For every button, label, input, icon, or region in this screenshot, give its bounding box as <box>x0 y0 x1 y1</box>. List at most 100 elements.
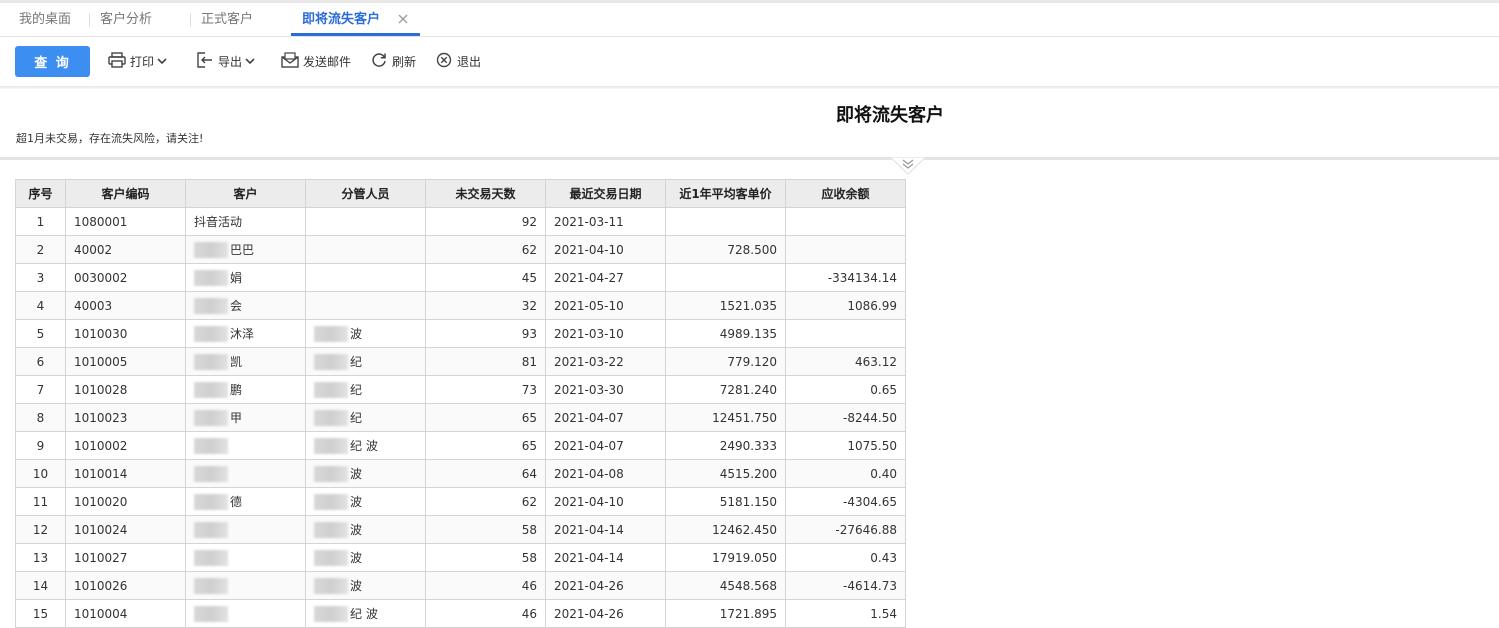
table-row[interactable]: 7 1010028 鹏 纪 73 2021-03-30 7281.240 0.65 <box>15 375 906 404</box>
cell-code: 1010023 <box>65 403 186 432</box>
cell-code: 40002 <box>65 235 186 264</box>
cell-no: 7 <box>15 375 66 404</box>
cell-customer: 凯 <box>185 347 306 376</box>
cell-code: 1010024 <box>65 515 186 544</box>
cell-days: 65 <box>425 403 546 432</box>
cell-last-date: 2021-04-10 <box>545 235 666 264</box>
cell-last-date: 2021-04-07 <box>545 403 666 432</box>
privacy-mask <box>194 410 228 427</box>
cell-last-date: 2021-03-11 <box>545 207 666 236</box>
cell-avg-price: 1721.895 <box>665 599 786 628</box>
cell-code: 1010027 <box>65 543 186 572</box>
cell-no: 3 <box>15 263 66 292</box>
cell-no: 15 <box>15 599 66 628</box>
cell-days: 32 <box>425 291 546 320</box>
cell-balance <box>785 207 906 236</box>
tab-formal-customers[interactable]: 正式客户 <box>201 3 253 36</box>
cell-balance: -334134.14 <box>785 263 906 292</box>
cell-staff: 纪 波 <box>305 431 426 460</box>
cell-staff: 波 <box>305 487 426 516</box>
table-row[interactable]: 5 1010030 沐泽 波 93 2021-03-10 4989.135 <box>15 319 906 348</box>
col-header-balance[interactable]: 应收余额 <box>785 179 906 208</box>
exit-button[interactable]: 退出 <box>435 51 481 71</box>
tab-customer-analysis[interactable]: 客户分析 <box>100 3 152 36</box>
table-row[interactable]: 13 1010027 波 58 2021-04-14 17919.050 0.43 <box>15 543 906 572</box>
privacy-mask <box>314 410 348 427</box>
table-row[interactable]: 15 1010004 纪 波 46 2021-04-26 1721.895 1.54 <box>15 599 906 628</box>
cell-last-date: 2021-04-14 <box>545 543 666 572</box>
col-header-last-date[interactable]: 最近交易日期 <box>545 179 666 208</box>
privacy-mask <box>194 242 228 259</box>
privacy-mask <box>194 494 228 511</box>
col-header-customer[interactable]: 客户 <box>185 179 306 208</box>
cell-code: 1080001 <box>65 207 186 236</box>
cell-code: 1010004 <box>65 599 186 628</box>
cell-balance: 1.54 <box>785 599 906 628</box>
tab-churn-customers[interactable]: 即将流失客户 <box>302 3 380 36</box>
col-header-staff[interactable]: 分管人员 <box>305 179 426 208</box>
privacy-mask <box>194 437 228 454</box>
table-row[interactable]: 1 1080001 抖音活动 92 2021-03-11 <box>15 207 906 236</box>
report-title: 即将流失客户 <box>836 105 944 126</box>
cell-no: 5 <box>15 319 66 348</box>
col-header-no[interactable]: 序号 <box>15 179 66 208</box>
print-label: 打印 <box>130 54 155 69</box>
table-row[interactable]: 3 0030002 娟 45 2021-04-27 -334134.14 <box>15 263 906 292</box>
col-header-code[interactable]: 客户编码 <box>65 179 186 208</box>
col-header-days[interactable]: 未交易天数 <box>425 179 546 208</box>
export-button[interactable]: 导出 <box>196 51 259 71</box>
cell-code: 1010030 <box>65 319 186 348</box>
cell-avg-price: 4548.568 <box>665 571 786 600</box>
cell-staff-text: 波 <box>350 522 363 537</box>
col-header-avg-price[interactable]: 近1年平均客单价 <box>665 179 786 208</box>
cell-customer <box>185 571 306 600</box>
cell-no: 6 <box>15 347 66 376</box>
cell-no: 13 <box>15 543 66 572</box>
cell-customer: 甲 <box>185 403 306 432</box>
cell-last-date: 2021-04-26 <box>545 571 666 600</box>
cell-code: 1010005 <box>65 347 186 376</box>
cell-balance: 1086.99 <box>785 291 906 320</box>
chevron-down-icon <box>157 54 171 68</box>
send-email-button[interactable]: 发送邮件 <box>281 51 351 71</box>
cell-customer: 抖音活动 <box>185 207 306 236</box>
table-row[interactable]: 10 1010014 波 64 2021-04-08 4515.200 0.40 <box>15 459 906 488</box>
cell-balance: -4614.73 <box>785 571 906 600</box>
table-body: 1 1080001 抖音活动 92 2021-03-11 2 40002 巴巴 62 2021-0… <box>15 207 906 628</box>
cell-days: 81 <box>425 347 546 376</box>
export-icon <box>196 51 218 71</box>
table-row[interactable]: 12 1010024 波 58 2021-04-14 12462.450 -27646.88 <box>15 515 906 544</box>
cell-avg-price: 4989.135 <box>665 319 786 348</box>
refresh-button[interactable]: 刷新 <box>370 51 416 71</box>
cell-staff <box>305 263 426 292</box>
cell-balance: 0.40 <box>785 459 906 488</box>
cell-staff-text: 波 <box>350 578 363 593</box>
cell-avg-price: 779.120 <box>665 347 786 376</box>
close-icon[interactable] <box>395 11 411 27</box>
cell-last-date: 2021-04-27 <box>545 263 666 292</box>
cell-customer: 会 <box>185 291 306 320</box>
collapse-toggle[interactable] <box>888 156 928 175</box>
query-button[interactable]: 查 询 <box>15 46 90 77</box>
cell-days: 93 <box>425 319 546 348</box>
cell-customer <box>185 459 306 488</box>
table-row[interactable]: 2 40002 巴巴 62 2021-04-10 728.500 <box>15 235 906 264</box>
table-row[interactable]: 11 1010020 德 波 62 2021-04-10 5181.150 -4304.65 <box>15 487 906 516</box>
cell-staff: 纪 <box>305 375 426 404</box>
table-row[interactable]: 6 1010005 凯 纪 81 2021-03-22 779.120 463.12 <box>15 347 906 376</box>
table-row[interactable]: 4 40003 会 32 2021-05-10 1521.035 1086.99 <box>15 291 906 320</box>
cell-no: 11 <box>15 487 66 516</box>
cell-staff-text: 纪 波 <box>350 606 378 621</box>
cell-customer-text: 巴巴 <box>230 242 255 257</box>
header-divider <box>0 157 1499 160</box>
table-row[interactable]: 9 1010002 纪 波 65 2021-04-07 2490.333 1075.50 <box>15 431 906 460</box>
tab-separator <box>190 13 191 27</box>
cell-code: 1010014 <box>65 459 186 488</box>
print-button[interactable]: 打印 <box>108 51 171 71</box>
tab-my-desktop[interactable]: 我的桌面 <box>19 3 71 36</box>
cell-staff-text: 波 <box>350 494 363 509</box>
table-row[interactable]: 14 1010026 波 46 2021-04-26 4548.568 -4614.73 <box>15 571 906 600</box>
table-row[interactable]: 8 1010023 甲 纪 65 2021-04-07 12451.750 -8244.50 <box>15 403 906 432</box>
cell-code: 1010020 <box>65 487 186 516</box>
send-email-label: 发送邮件 <box>303 54 352 69</box>
